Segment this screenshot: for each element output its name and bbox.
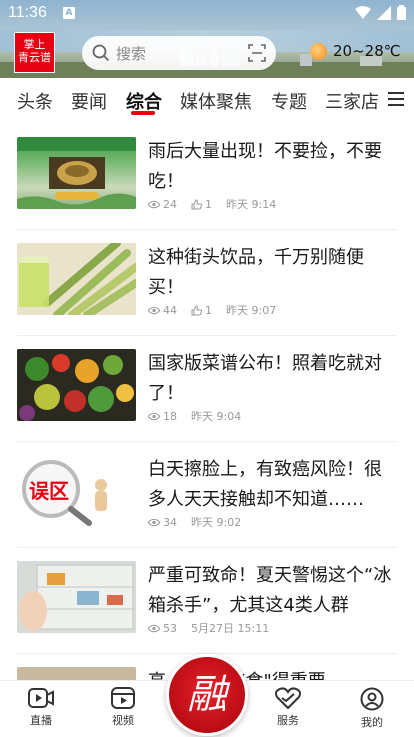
article-thumbnail bbox=[17, 349, 136, 421]
status-time: 11:36 bbox=[8, 4, 47, 21]
article-thumbnail: 误区 bbox=[17, 455, 136, 527]
weather-widget[interactable]: 20~28℃ bbox=[310, 42, 401, 60]
publish-time: 昨天 9:02 bbox=[191, 516, 242, 529]
thumbnail-label: 误区 bbox=[29, 479, 69, 503]
logo-line2: 青云谱 bbox=[18, 51, 51, 64]
article-title: 严重可致命！夏天警惕这个“冰箱杀手”，尤其这4类人群 bbox=[148, 565, 392, 616]
view-count: 44 bbox=[163, 303, 177, 317]
app-logo[interactable]: 掌上 青云谱 bbox=[14, 32, 55, 73]
article-title: 国家版菜谱公布！照着吃就对了！ bbox=[148, 353, 382, 404]
logo-line1: 掌上 bbox=[23, 38, 46, 51]
article-item[interactable]: 雨后大量出现！不要捡，不要吃！ 24 1 昨天 9:14 bbox=[17, 124, 397, 230]
center-logo: 融 bbox=[187, 672, 227, 718]
mushroom-poster-image bbox=[17, 137, 136, 209]
tab-special[interactable]: 专题 bbox=[271, 88, 307, 114]
article-item[interactable]: 严重可致命！夏天警惕这个“冰箱杀手”，尤其这4类人群 53 5月27日 15:1… bbox=[17, 548, 397, 654]
category-tabs: 头条 要闻 综合 媒体聚焦 专题 三家店 bbox=[0, 78, 414, 124]
service-icon bbox=[275, 687, 301, 709]
view-count: 24 bbox=[163, 197, 177, 211]
nav-video-label: 视频 bbox=[112, 714, 134, 727]
article-item[interactable]: 这种街头饮品，千万别随便买！ 44 1 昨天 9:07 bbox=[17, 230, 397, 336]
article-title: 雨后大量出现！不要捡，不要吃！ bbox=[148, 141, 382, 192]
battery-icon bbox=[397, 5, 406, 20]
article-item[interactable]: 国家版菜谱公布！照着吃就对了！ 18 昨天 9:04 bbox=[17, 336, 397, 442]
weather-temperature: 20~28℃ bbox=[333, 42, 401, 60]
publish-time: 5月27日 15:11 bbox=[191, 622, 270, 635]
header-banner: 11:36 A 掌上 青云谱 搜索 20~28℃ bbox=[0, 0, 414, 78]
tab-headlines[interactable]: 头条 bbox=[17, 88, 53, 114]
search-icon bbox=[92, 44, 110, 62]
like-icon bbox=[191, 304, 202, 315]
article-title: 白天擦脸上，有致癌风险！很多人天天接触却不知道…… bbox=[148, 459, 382, 510]
sugarcane-juice-image bbox=[17, 243, 136, 315]
view-count: 34 bbox=[163, 515, 177, 529]
search-bar[interactable]: 搜索 bbox=[82, 36, 276, 70]
active-tab-underline bbox=[131, 111, 155, 115]
article-title: 这种街头饮品，千万别随便买！ bbox=[148, 247, 364, 298]
nav-service[interactable]: 服务 bbox=[258, 687, 318, 728]
status-bar: 11:36 A bbox=[0, 0, 414, 28]
article-meta: 53 5月27日 15:11 bbox=[148, 620, 273, 636]
signal-icon bbox=[377, 5, 391, 20]
like-count: 1 bbox=[205, 197, 212, 211]
article-meta: 18 昨天 9:04 bbox=[148, 408, 245, 424]
vegetables-image bbox=[17, 349, 136, 421]
views-icon bbox=[148, 306, 160, 314]
like-icon bbox=[191, 198, 202, 209]
tab-sanjiadian[interactable]: 三家店 bbox=[325, 88, 379, 114]
sun-icon bbox=[310, 42, 327, 60]
live-icon bbox=[28, 688, 54, 708]
views-icon bbox=[148, 200, 160, 208]
publish-time: 昨天 9:14 bbox=[226, 198, 277, 211]
article-meta: 44 1 昨天 9:07 bbox=[148, 302, 280, 318]
article-meta: 24 1 昨天 9:14 bbox=[148, 196, 280, 212]
profile-icon bbox=[360, 687, 384, 711]
nav-profile-label: 我的 bbox=[361, 716, 383, 729]
view-count: 18 bbox=[163, 409, 177, 423]
notification-a-icon: A bbox=[63, 7, 75, 19]
article-thumbnail bbox=[17, 137, 136, 209]
menu-icon[interactable] bbox=[388, 92, 404, 106]
nav-service-label: 服务 bbox=[277, 714, 299, 727]
search-placeholder: 搜索 bbox=[116, 44, 147, 63]
nav-video[interactable]: 视频 bbox=[93, 687, 153, 728]
like-count: 1 bbox=[205, 303, 212, 317]
nav-live-label: 直播 bbox=[30, 714, 52, 727]
scan-icon[interactable] bbox=[248, 44, 266, 62]
article-thumbnail bbox=[17, 561, 136, 633]
article-meta: 34 昨天 9:02 bbox=[148, 514, 245, 530]
nav-profile[interactable]: 我的 bbox=[342, 687, 402, 730]
publish-time: 昨天 9:07 bbox=[226, 304, 277, 317]
tab-news[interactable]: 要闻 bbox=[71, 88, 107, 114]
wifi-icon bbox=[355, 5, 371, 19]
refrigerator-image bbox=[17, 561, 136, 633]
tab-media-focus[interactable]: 媒体聚焦 bbox=[180, 88, 252, 114]
center-fusion-button[interactable]: 融 bbox=[166, 654, 248, 736]
views-icon bbox=[148, 624, 160, 632]
article-item[interactable]: 误区 白天擦脸上，有致癌风险！很多人天天接触却不知道…… 34 昨天 9:02 bbox=[17, 442, 397, 548]
views-icon bbox=[148, 518, 160, 526]
nav-live[interactable]: 直播 bbox=[11, 687, 71, 728]
view-count: 53 bbox=[163, 621, 177, 635]
views-icon bbox=[148, 412, 160, 420]
publish-time: 昨天 9:04 bbox=[191, 410, 242, 423]
video-icon bbox=[111, 687, 135, 709]
article-thumbnail bbox=[17, 243, 136, 315]
